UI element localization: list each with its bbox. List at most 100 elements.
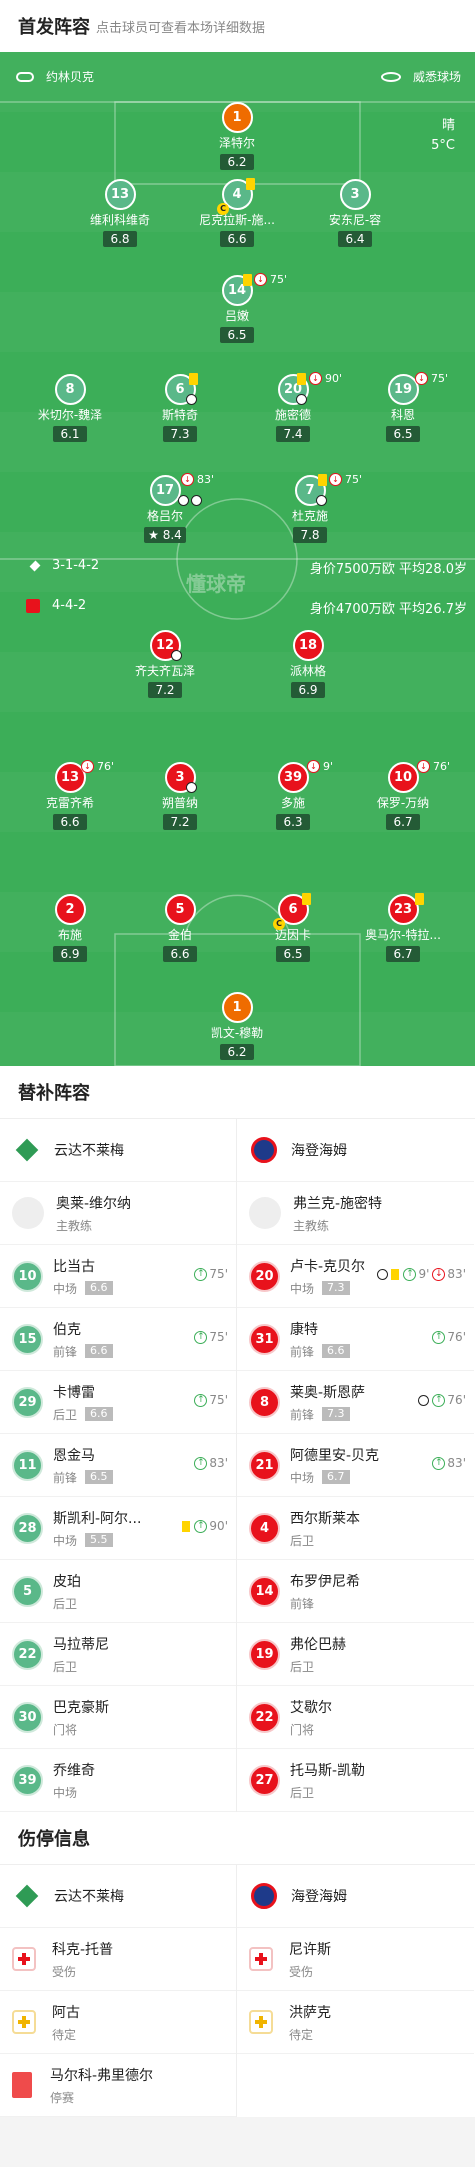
yellow-card-icon [243, 274, 252, 286]
werder-crest-icon [29, 560, 41, 571]
goal-icon [186, 782, 197, 793]
weather-text: 晴 [441, 118, 455, 133]
sub-off-icon: ↓ [254, 273, 267, 286]
injury-row[interactable]: 马尔科-弗里德尔 停赛 [0, 2054, 236, 2117]
away-formation: 4-4-2 [26, 598, 86, 613]
home-subs: 云达不莱梅 奥莱-维尔纳 主教练 10 比当古 中场 6.6 ↑ 75' 15 伯克 前锋 6.6… [0, 1119, 237, 1812]
sub-off-icon: ↓ [415, 372, 428, 385]
sub-off-icon: ↓ [307, 760, 320, 773]
captain-icon: C [273, 918, 285, 930]
away-player[interactable]: 10 保罗-万纳 6.7 ↓ 76' [333, 760, 473, 830]
sub-player-row[interactable]: 28 斯凯利-阿尔... 中场 5.5 ↑ 90' [0, 1497, 236, 1560]
werder-crest-icon [12, 1135, 42, 1165]
werder-crest-icon [12, 1881, 42, 1911]
yellow-card-icon [302, 893, 311, 905]
coach-avatar [12, 1197, 44, 1229]
captain-icon: C [217, 203, 229, 215]
sub-player-row[interactable]: 10 比当古 中场 6.6 ↑ 75' [0, 1245, 236, 1308]
sub-on-icon: ↑ [194, 1330, 208, 1344]
sub-player-row[interactable]: 14 布罗伊尼希 前锋 [237, 1560, 474, 1623]
sub-player-row[interactable]: 11 恩金马 前锋 6.5 ↑ 83' [0, 1434, 236, 1497]
goal-icon [377, 1268, 389, 1280]
away-subs: 海登海姆 弗兰克-施密特 主教练 20 卢卡-克贝尔 中场 7.3 ↑ 9' ↓ 83' 31 康… [237, 1119, 474, 1812]
home-injuries: 云达不莱梅 科克-托普 受伤 阿古 待定 马尔科-弗里德尔 停赛 [0, 1865, 237, 2117]
sub-on-icon: ↑ [194, 1519, 208, 1533]
pitch: 约林贝克 威悉球场 晴 5°C 懂球帝 3-1-4-2 身价7500万欧 平均2… [0, 52, 475, 1066]
home-player[interactable]: 1 泽特尔 6.2 [167, 102, 307, 170]
lineup-hint: 点击球员可查看本场详细数据 [96, 20, 266, 36]
sub-off-icon: ↓ [81, 760, 94, 773]
yellow-card-icon [415, 893, 424, 905]
doubtful-icon [12, 2010, 36, 2034]
sub-player-row[interactable]: 8 莱奥-斯恩萨 前锋 7.3 ↑ 76' [237, 1371, 474, 1434]
sub-on-icon: ↑ [194, 1393, 208, 1407]
sub-player-row[interactable]: 39 乔维奇 中场 [0, 1749, 236, 1812]
weather-info: 晴 5°C [431, 116, 455, 156]
sub-player-row[interactable]: 29 卡博雷 后卫 6.6 ↑ 75' [0, 1371, 236, 1434]
home-coach-row[interactable]: 奥莱-维尔纳 主教练 [0, 1182, 236, 1245]
sub-on-icon: ↑ [403, 1267, 417, 1281]
watermark: 懂球帝 [186, 572, 246, 596]
injuries-title: 伤停信息 [18, 1829, 90, 1850]
away-player[interactable]: 23 奥马尔-特拉... 6.7 [333, 893, 473, 962]
home-team-label: 约林贝克 [16, 68, 94, 85]
lineup-title: 首发阵容 [18, 17, 90, 38]
goal-icon [191, 495, 202, 506]
home-player[interactable]: 17 格吕尔 ★ 8.4 ↓ 83' [95, 473, 235, 543]
away-team-row[interactable]: 海登海姆 [237, 1119, 474, 1182]
subs-title: 替补阵容 [18, 1083, 90, 1104]
heidenheim-crest-icon [26, 598, 40, 613]
home-team-row[interactable]: 云达不莱梅 [0, 1119, 236, 1182]
away-team-row[interactable]: 海登海姆 [237, 1865, 474, 1928]
lineup-header: 首发阵容 点击球员可查看本场详细数据 [0, 0, 475, 52]
away-player[interactable]: 12 齐夫齐瓦泽 7.2 [95, 630, 235, 698]
away-player[interactable]: 1 凯文-穆勒 6.2 [167, 992, 307, 1060]
sub-player-row[interactable]: 22 艾歇尔 门将 [237, 1686, 474, 1749]
away-coach-row[interactable]: 弗兰克-施密特 主教练 [237, 1182, 474, 1245]
injury-icon [12, 1947, 36, 1971]
home-player[interactable]: 7 杜克施 7.8 ↓ 75' [240, 473, 380, 543]
sub-player-row[interactable]: 15 伯克 前锋 6.6 ↑ 75' [0, 1308, 236, 1371]
sub-on-icon: ↑ [194, 1267, 208, 1281]
home-team-row[interactable]: 云达不莱梅 [0, 1865, 236, 1928]
away-player[interactable]: 18 派林格 6.9 [238, 630, 378, 698]
away-team-value: 身价4700万欧 平均26.7岁 [309, 602, 467, 617]
page-footer [0, 2117, 475, 2167]
sub-off-icon: ↓ [417, 760, 430, 773]
assist-icon [296, 394, 307, 405]
home-player[interactable]: 3 安东尼-容 6.4 [285, 179, 425, 247]
sub-on-icon: ↑ [194, 1456, 208, 1470]
assist-icon [186, 394, 197, 405]
yellow-card-icon [189, 373, 198, 385]
sub-on-icon: ↑ [432, 1393, 446, 1407]
sub-player-row[interactable]: 21 阿德里安-贝克 中场 6.7 ↑ 83' [237, 1434, 474, 1497]
sub-off-icon: ↓ [432, 1267, 446, 1281]
stadium-icon [380, 71, 401, 82]
sub-player-row[interactable]: 20 卢卡-克贝尔 中场 7.3 ↑ 9' ↓ 83' [237, 1245, 474, 1308]
yellow-card-icon [246, 178, 255, 190]
sub-player-row[interactable]: 19 弗伦巴赫 后卫 [237, 1623, 474, 1686]
sub-player-row[interactable]: 31 康特 前锋 6.6 ↑ 76' [237, 1308, 474, 1371]
coach-avatar [249, 1197, 281, 1229]
injury-row[interactable]: 阿古 待定 [0, 1991, 236, 2054]
temperature-text: 5°C [431, 138, 455, 153]
home-team-value: 身价7500万欧 平均28.0岁 [309, 562, 467, 577]
sub-player-row[interactable]: 27 托马斯-凯勒 后卫 [237, 1749, 474, 1812]
whistle-icon [16, 71, 34, 82]
goal-icon [316, 495, 327, 506]
doubtful-icon [249, 2010, 273, 2034]
red-card-icon [12, 2072, 32, 2098]
yellow-card-icon [318, 474, 327, 486]
injury-row[interactable]: 科克-托普 受伤 [0, 1928, 236, 1991]
stadium-label: 威悉球场 [380, 68, 461, 85]
home-player[interactable]: 14 吕嫩 6.5 ↓ 75' [167, 273, 307, 343]
injury-row[interactable]: 尼许斯 受伤 [237, 1928, 474, 1991]
sub-off-icon: ↓ [329, 473, 342, 486]
home-player[interactable]: 19 科恩 6.5 ↓ 75' [333, 372, 473, 442]
sub-player-row[interactable]: 22 马拉蒂尼 后卫 [0, 1623, 236, 1686]
sub-player-row[interactable]: 5 皮珀 后卫 [0, 1560, 236, 1623]
sub-player-row[interactable]: 4 西尔斯莱本 后卫 [237, 1497, 474, 1560]
sub-on-icon: ↑ [432, 1456, 446, 1470]
sub-player-row[interactable]: 30 巴克豪斯 门将 [0, 1686, 236, 1749]
injury-row[interactable]: 洪萨克 待定 [237, 1991, 474, 2054]
